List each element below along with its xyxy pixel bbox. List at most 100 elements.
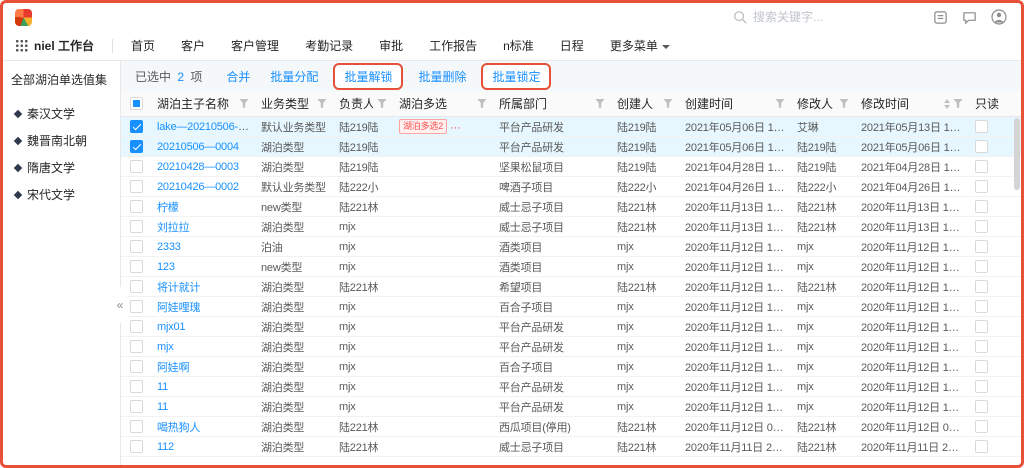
search-input[interactable]: [753, 10, 903, 24]
filter-icon[interactable]: [953, 99, 963, 109]
lake-name-link[interactable]: 阿娃啊: [157, 362, 189, 374]
row-checkbox[interactable]: [130, 300, 143, 313]
tree-item[interactable]: 魏晋南北朝: [3, 127, 120, 154]
sort-icon[interactable]: [944, 99, 950, 109]
readonly-checkbox[interactable]: [975, 240, 988, 253]
readonly-checkbox[interactable]: [975, 380, 988, 393]
chat-icon[interactable]: [962, 10, 977, 25]
lake-name-link[interactable]: 2333: [157, 241, 181, 253]
column-header-icons: [377, 99, 387, 109]
cell-business-type: new类型: [255, 259, 333, 275]
lake-name-link[interactable]: 11: [157, 401, 168, 413]
filter-icon[interactable]: [595, 99, 605, 109]
cell-creator: 陆219陆: [611, 139, 679, 155]
readonly-checkbox[interactable]: [975, 220, 988, 233]
filter-icon[interactable]: [663, 99, 673, 109]
readonly-checkbox[interactable]: [975, 140, 988, 153]
nav-item[interactable]: 客户管理: [231, 37, 279, 54]
message-icon[interactable]: [933, 10, 948, 25]
lake-name-link[interactable]: mjx: [157, 341, 174, 353]
row-checkbox[interactable]: [130, 140, 143, 153]
readonly-checkbox[interactable]: [975, 200, 988, 213]
readonly-checkbox[interactable]: [975, 440, 988, 453]
lake-name-link[interactable]: 刘拉拉: [157, 222, 189, 234]
user-avatar-icon[interactable]: [991, 9, 1007, 25]
filter-icon[interactable]: [839, 99, 849, 109]
cell-modified-time: 2021年05月13日 17:43: [855, 119, 969, 135]
cell-created-time: 2020年11月12日 11:02: [679, 399, 791, 415]
row-checkbox[interactable]: [130, 400, 143, 413]
row-checkbox[interactable]: [130, 160, 143, 173]
select-all-checkbox[interactable]: [130, 97, 143, 110]
lake-name-link[interactable]: 123: [157, 261, 175, 273]
filter-icon[interactable]: [317, 99, 327, 109]
readonly-checkbox[interactable]: [975, 120, 988, 133]
tree-item[interactable]: 秦汉文学: [3, 100, 120, 127]
lake-name-link[interactable]: 将计就计: [157, 282, 200, 294]
lake-name-link[interactable]: lake—20210506-0005: [157, 121, 255, 133]
filter-icon[interactable]: [377, 99, 387, 109]
lake-name-link[interactable]: 柠檬: [157, 202, 179, 214]
row-checkbox[interactable]: [130, 420, 143, 433]
readonly-checkbox[interactable]: [975, 400, 988, 413]
row-checkbox[interactable]: [130, 440, 143, 453]
lake-name-link[interactable]: 112: [157, 441, 174, 453]
workspace-switcher[interactable]: niel 工作台: [15, 37, 94, 54]
cell-lake-name: 20210428—0003: [151, 161, 255, 173]
row-checkbox[interactable]: [130, 360, 143, 373]
readonly-checkbox[interactable]: [975, 260, 988, 273]
row-checkbox-cell: [121, 220, 151, 233]
lake-name-link[interactable]: 11: [157, 381, 168, 393]
readonly-checkbox[interactable]: [975, 420, 988, 433]
readonly-checkbox[interactable]: [975, 180, 988, 193]
cell-business-type: 湖泊类型: [255, 299, 333, 315]
readonly-checkbox[interactable]: [975, 160, 988, 173]
nav-item[interactable]: 工作报告: [429, 37, 477, 54]
batch-assign-button[interactable]: 批量分配: [260, 66, 328, 87]
filter-icon[interactable]: [239, 99, 249, 109]
scrollbar-thumb[interactable]: [1014, 118, 1020, 190]
cell-modified-time: 2020年11月12日 11:44: [855, 339, 969, 355]
batch-lock-button[interactable]: 批量锁定: [481, 63, 551, 90]
row-checkbox[interactable]: [130, 240, 143, 253]
nav-item[interactable]: 客户: [181, 37, 205, 54]
readonly-checkbox[interactable]: [975, 320, 988, 333]
global-search[interactable]: [733, 10, 923, 24]
row-checkbox[interactable]: [130, 200, 143, 213]
row-checkbox[interactable]: [130, 220, 143, 233]
nav-item[interactable]: 日程: [560, 37, 584, 54]
app-logo-icon[interactable]: [15, 9, 32, 26]
nav-item[interactable]: 审批: [379, 37, 403, 54]
row-checkbox[interactable]: [130, 280, 143, 293]
tree-item[interactable]: 隋唐文学: [3, 154, 120, 181]
row-checkbox[interactable]: [130, 340, 143, 353]
lake-name-link[interactable]: 20210426—0002: [157, 181, 239, 193]
row-checkbox[interactable]: [130, 120, 143, 133]
nav-item[interactable]: 考勤记录: [305, 37, 353, 54]
lake-name-link[interactable]: mjx01: [157, 321, 185, 333]
cell-business-type: 湖泊类型: [255, 279, 333, 295]
readonly-checkbox[interactable]: [975, 340, 988, 353]
filter-icon[interactable]: [477, 99, 487, 109]
nav-item[interactable]: 更多菜单: [610, 37, 670, 54]
lake-name-link[interactable]: 20210506—0004: [157, 141, 239, 153]
batch-delete-button[interactable]: 批量删除: [408, 66, 476, 87]
lake-name-link[interactable]: 喝热狗人: [157, 422, 200, 434]
readonly-checkbox[interactable]: [975, 360, 988, 373]
collapse-sidebar-button[interactable]: «: [113, 287, 127, 323]
readonly-checkbox[interactable]: [975, 300, 988, 313]
nav-item[interactable]: n标准: [503, 37, 534, 54]
row-checkbox[interactable]: [130, 320, 143, 333]
batch-unlock-button[interactable]: 批量解锁: [333, 63, 403, 90]
vertical-scrollbar[interactable]: [1014, 118, 1020, 463]
merge-button[interactable]: 合并: [216, 66, 260, 87]
row-checkbox[interactable]: [130, 260, 143, 273]
row-checkbox[interactable]: [130, 380, 143, 393]
lake-name-link[interactable]: 20210428—0003: [157, 161, 239, 173]
nav-item[interactable]: 首页: [131, 37, 155, 54]
row-checkbox[interactable]: [130, 180, 143, 193]
tree-item[interactable]: 宋代文学: [3, 181, 120, 208]
filter-icon[interactable]: [775, 99, 785, 109]
lake-name-link[interactable]: 阿娃哩瑰: [157, 302, 200, 314]
readonly-checkbox[interactable]: [975, 280, 988, 293]
